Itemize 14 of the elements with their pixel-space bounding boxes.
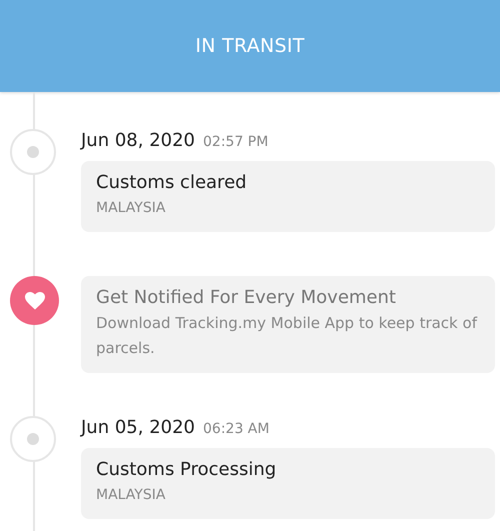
event-location: MALAYSIA	[96, 199, 166, 218]
event-status: Customs Processing	[96, 458, 278, 482]
event-date: Jun 08, 2020	[81, 130, 196, 151]
event-status: Customs cleared	[96, 171, 248, 195]
event-time: 02:57 PM	[203, 134, 268, 150]
heart-icon	[24, 292, 44, 310]
event-time: 06:23 AM	[203, 421, 270, 437]
timeline-marker	[10, 129, 56, 175]
event-location: MALAYSIA	[96, 486, 166, 505]
page-title: IN TRANSIT	[195, 35, 305, 57]
event-date: Jun 05, 2020	[81, 417, 196, 438]
promo-text: Download Tracking.my Mobile App to keep track of parcels.	[96, 313, 478, 359]
promo-title: Get Notified For Every Movement	[96, 286, 397, 310]
timeline-marker	[10, 416, 56, 462]
